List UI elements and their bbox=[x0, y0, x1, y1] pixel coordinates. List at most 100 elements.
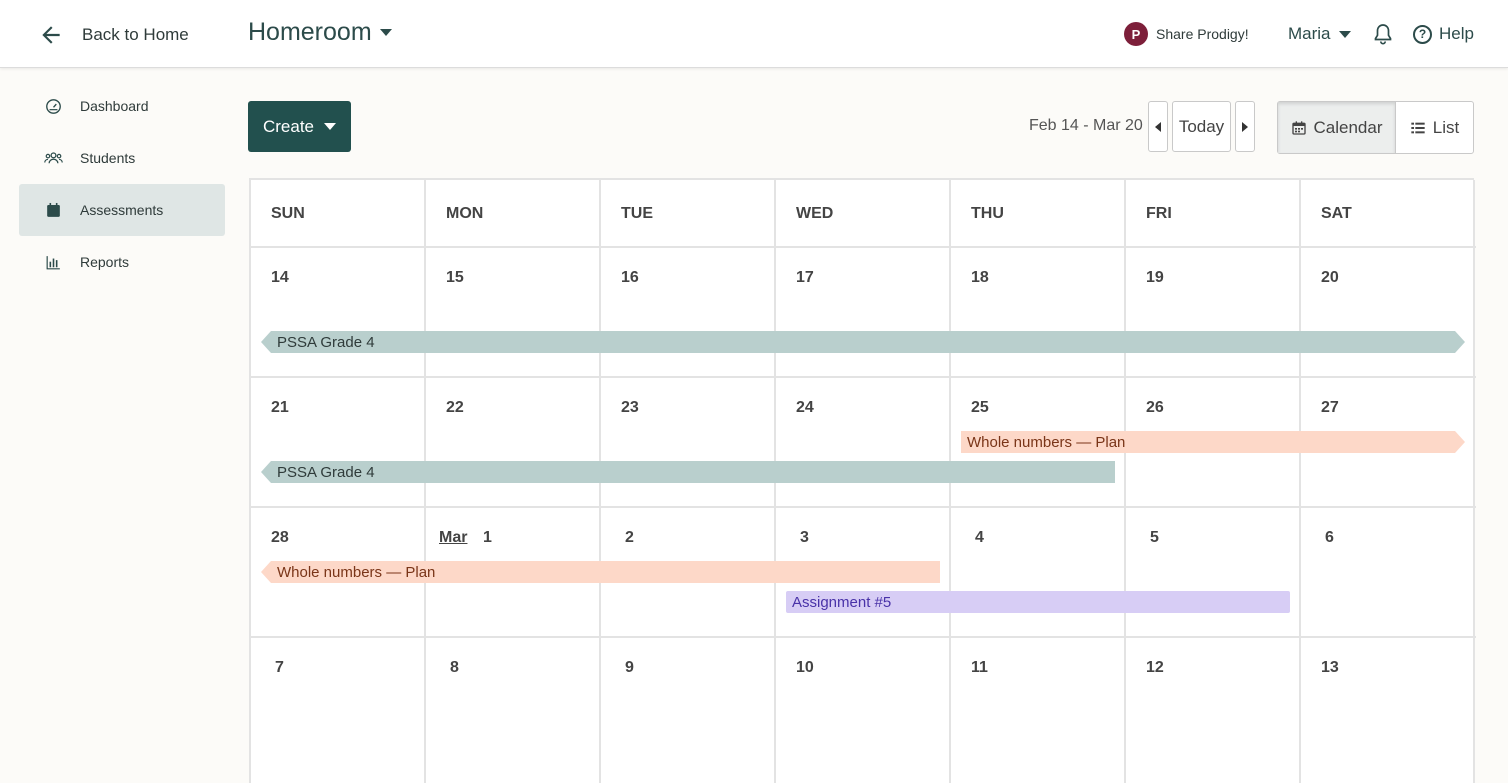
calendar-event[interactable]: Assignment #5 bbox=[786, 591, 1290, 613]
sidebar-item-assessments[interactable]: Assessments bbox=[19, 184, 225, 236]
weekday-header: FRI bbox=[1146, 205, 1172, 222]
create-button[interactable]: Create bbox=[248, 101, 351, 152]
caret-right-icon bbox=[1242, 121, 1248, 132]
day-number[interactable]: 21 bbox=[271, 399, 289, 417]
event-title: Whole numbers — Plan bbox=[967, 433, 1126, 451]
calendar-view-button[interactable]: Calendar bbox=[1278, 102, 1396, 153]
caret-down-icon bbox=[379, 29, 392, 36]
grid-line bbox=[1299, 180, 1301, 783]
share-prodigy-link[interactable]: P Share Prodigy! bbox=[1124, 22, 1249, 46]
caret-down-icon bbox=[1338, 30, 1351, 38]
day-number[interactable]: 26 bbox=[1146, 399, 1164, 417]
caret-left-icon bbox=[1155, 121, 1161, 132]
weekday-header: SAT bbox=[1321, 205, 1352, 222]
day-number[interactable]: 1 bbox=[483, 529, 492, 547]
calendar-event[interactable]: Whole numbers — Plan bbox=[961, 431, 1465, 453]
view-toggle: Calendar List bbox=[1277, 101, 1474, 154]
user-name: Maria bbox=[1288, 24, 1331, 43]
list-view-button[interactable]: List bbox=[1396, 102, 1473, 153]
day-number[interactable]: 24 bbox=[796, 399, 814, 417]
day-number[interactable]: 7 bbox=[275, 659, 284, 677]
arrow-left-icon bbox=[42, 26, 60, 44]
bar-chart-icon bbox=[46, 255, 60, 269]
day-number[interactable]: 2 bbox=[625, 529, 634, 547]
calendar-icon bbox=[1291, 120, 1306, 135]
calendar-grid: SUN MON TUE WED THU FRI SAT 14 15 16 17 … bbox=[249, 178, 1476, 783]
bell-icon[interactable] bbox=[1371, 22, 1395, 46]
sidebar-item-label: Students bbox=[80, 150, 136, 166]
day-number[interactable]: 10 bbox=[796, 659, 814, 677]
class-title: Homeroom bbox=[248, 18, 372, 46]
calendar-view-label: Calendar bbox=[1313, 117, 1383, 137]
grid-line bbox=[251, 506, 1476, 508]
calendar-event[interactable]: Whole numbers — Plan bbox=[261, 561, 940, 583]
list-icon bbox=[1411, 122, 1425, 133]
share-label: Share Prodigy! bbox=[1156, 26, 1249, 42]
day-number[interactable]: 11 bbox=[971, 659, 988, 677]
event-title: Whole numbers — Plan bbox=[277, 563, 436, 581]
day-number[interactable]: 25 bbox=[971, 399, 989, 417]
day-number[interactable]: 8 bbox=[450, 659, 459, 677]
previous-range-button[interactable] bbox=[1148, 101, 1168, 152]
calendar-event[interactable]: PSSA Grade 4 bbox=[261, 461, 1115, 483]
day-number[interactable]: 20 bbox=[1321, 269, 1339, 287]
day-number[interactable]: 15 bbox=[446, 269, 464, 287]
weekday-header: TUE bbox=[621, 205, 653, 222]
create-label: Create bbox=[262, 116, 315, 136]
weekday-header: SUN bbox=[271, 205, 305, 222]
grid-line bbox=[1473, 180, 1475, 783]
back-to-home-link[interactable]: Back to Home bbox=[38, 22, 189, 48]
day-number[interactable]: 14 bbox=[271, 269, 289, 287]
sidebar-item-label: Reports bbox=[80, 254, 130, 270]
day-number[interactable]: 19 bbox=[1146, 269, 1164, 287]
day-number[interactable]: 4 bbox=[975, 529, 984, 547]
day-number[interactable]: 3 bbox=[800, 529, 809, 547]
top-bar: Back to Home Homeroom P Share Prodigy! M… bbox=[0, 0, 1508, 68]
day-number[interactable]: 17 bbox=[796, 269, 814, 287]
event-title: Assignment #5 bbox=[792, 593, 892, 611]
user-menu[interactable]: Maria bbox=[1288, 24, 1351, 44]
weekday-header: THU bbox=[971, 205, 1004, 222]
grid-line bbox=[251, 636, 1476, 638]
day-number[interactable]: 28 bbox=[271, 529, 289, 547]
day-number[interactable]: 13 bbox=[1321, 659, 1339, 677]
today-button[interactable]: Today bbox=[1172, 101, 1231, 152]
grid-line bbox=[251, 376, 1476, 378]
grid-line bbox=[1124, 180, 1126, 783]
class-selector[interactable]: Homeroom bbox=[248, 18, 392, 47]
day-number[interactable]: 23 bbox=[621, 399, 639, 417]
day-number[interactable]: 5 bbox=[1150, 529, 1159, 547]
students-icon bbox=[44, 151, 63, 163]
sidebar-item-label: Assessments bbox=[80, 202, 164, 218]
day-number[interactable]: 22 bbox=[446, 399, 464, 417]
day-number[interactable]: 18 bbox=[971, 269, 989, 287]
weekday-header: WED bbox=[796, 205, 834, 222]
sidebar-item-reports[interactable]: Reports bbox=[19, 236, 225, 288]
event-title: PSSA Grade 4 bbox=[277, 333, 375, 351]
grid-line bbox=[251, 246, 1476, 248]
day-number[interactable]: 6 bbox=[1325, 529, 1334, 547]
day-number[interactable]: 9 bbox=[625, 659, 634, 677]
next-range-button[interactable] bbox=[1235, 101, 1255, 152]
day-number[interactable]: 12 bbox=[1146, 659, 1164, 677]
question-circle-icon: ? bbox=[1413, 24, 1432, 44]
calendar-icon bbox=[47, 202, 60, 217]
day-number[interactable]: 27 bbox=[1321, 399, 1339, 417]
gauge-icon bbox=[46, 98, 61, 114]
sidebar: Dashboard Students Assessments Reports bbox=[19, 80, 225, 288]
sidebar-item-label: Dashboard bbox=[80, 98, 149, 114]
caret-down-icon bbox=[324, 123, 337, 130]
calendar-event[interactable]: PSSA Grade 4 bbox=[261, 331, 1465, 353]
event-title: PSSA Grade 4 bbox=[277, 463, 375, 481]
sidebar-item-dashboard[interactable]: Dashboard bbox=[19, 80, 225, 132]
back-label: Back to Home bbox=[82, 25, 189, 44]
help-label: Help bbox=[1439, 24, 1474, 43]
date-range: Feb 14 - Mar 20 bbox=[1029, 117, 1143, 134]
list-view-label: List bbox=[1432, 117, 1460, 137]
day-number[interactable]: 16 bbox=[621, 269, 639, 287]
prodigy-logo-icon: P bbox=[1124, 22, 1148, 46]
weekday-header: MON bbox=[446, 205, 484, 222]
help-link[interactable]: ? Help bbox=[1413, 24, 1474, 44]
month-marker: Mar bbox=[439, 529, 468, 546]
sidebar-item-students[interactable]: Students bbox=[19, 132, 225, 184]
